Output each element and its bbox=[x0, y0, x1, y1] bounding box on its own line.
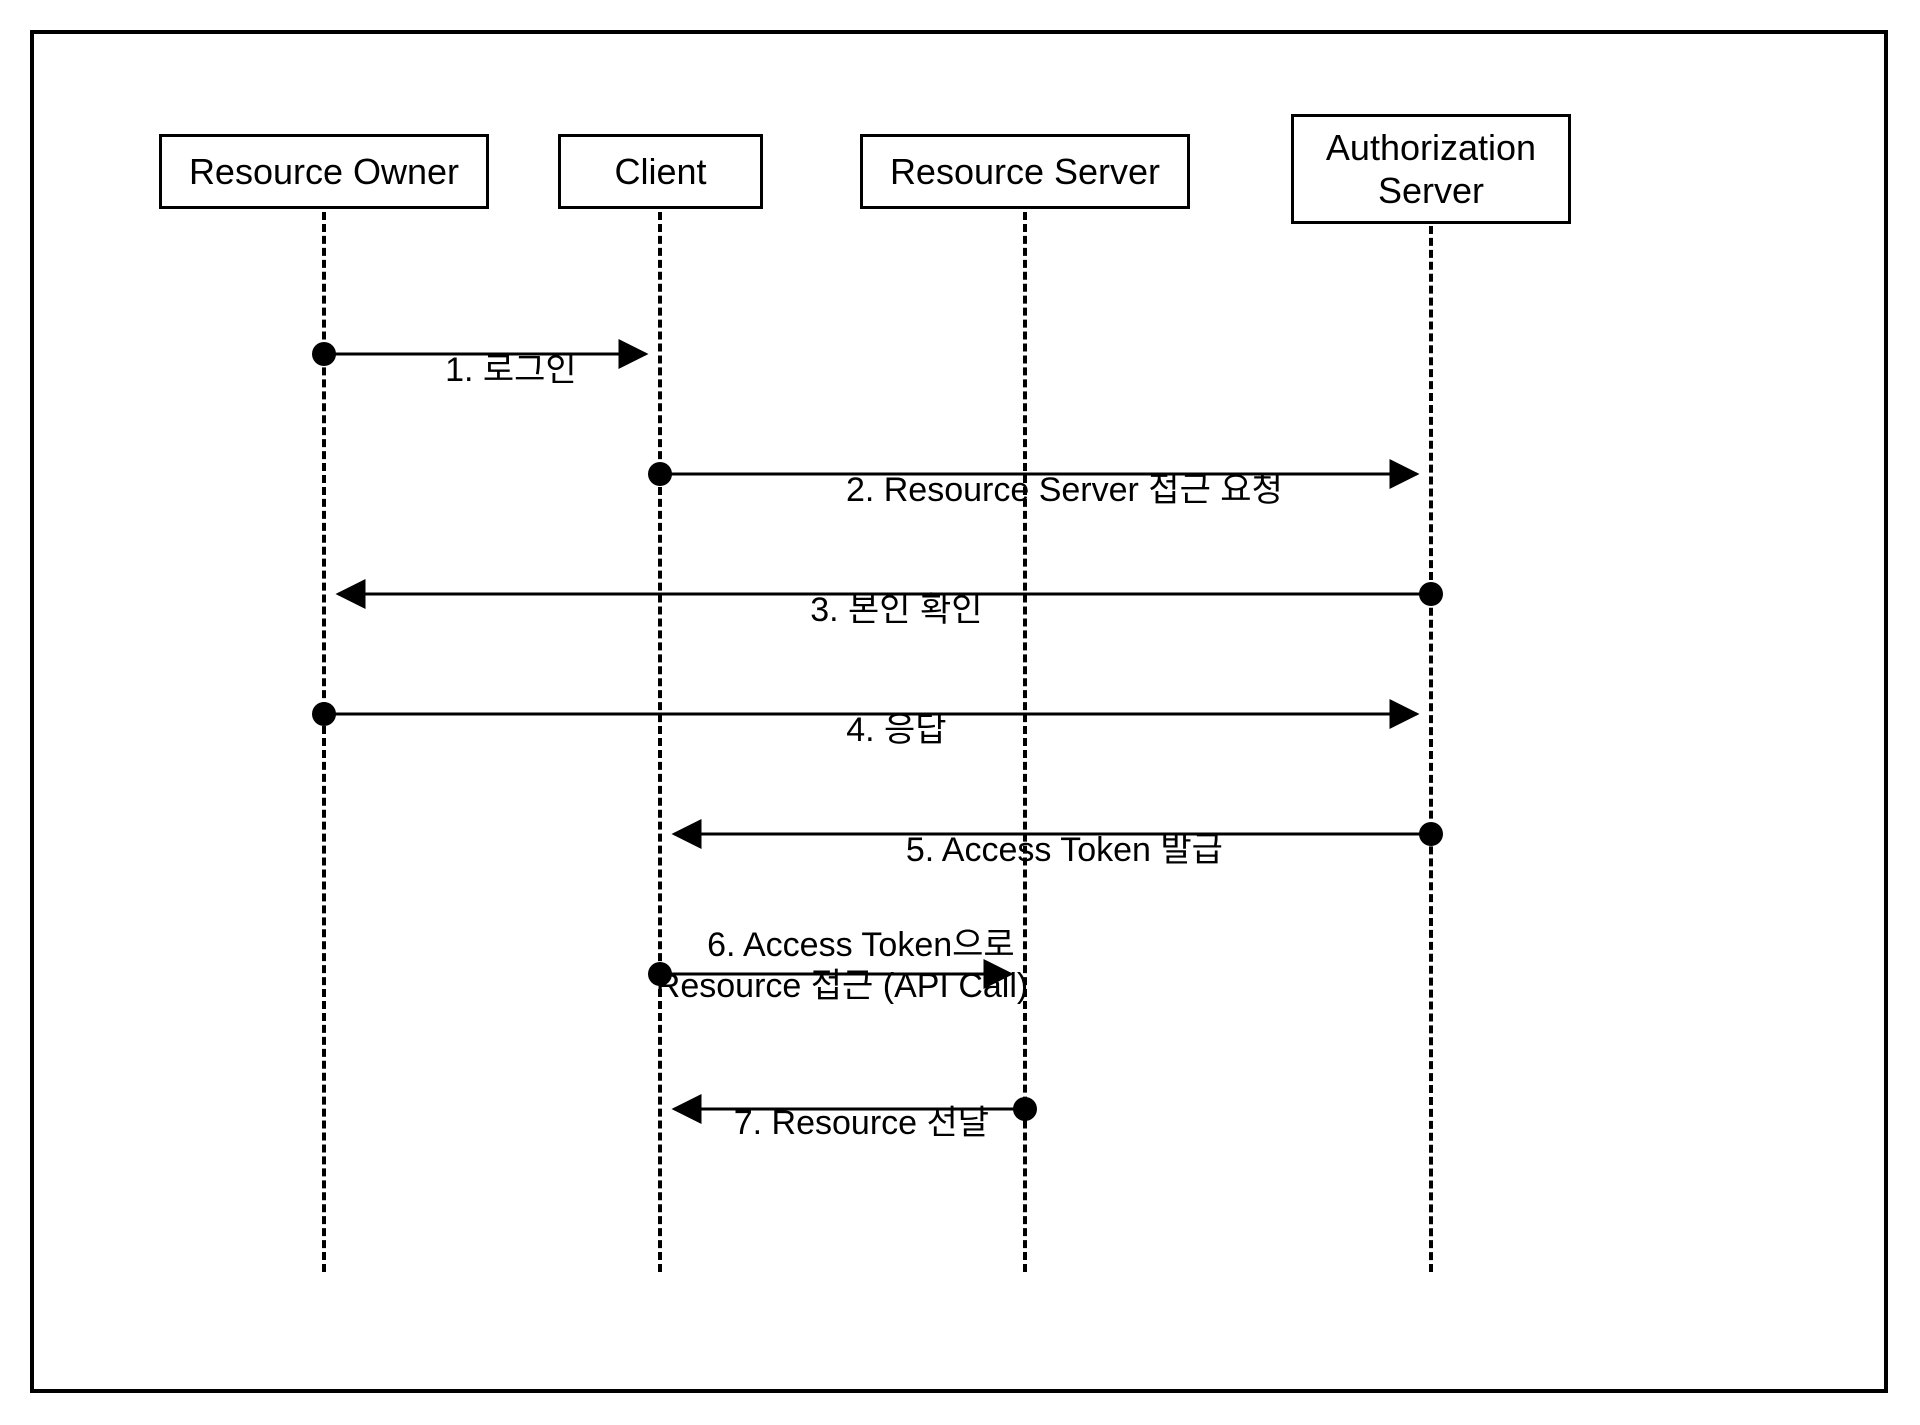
message-label: 5. Access Token 발급 bbox=[906, 831, 1223, 869]
diagram-frame: Resource Owner Client Resource Server Au… bbox=[30, 30, 1888, 1393]
participant-resource-server: Resource Server bbox=[860, 134, 1190, 209]
message-2: 2. Resource Server 접근 요청 bbox=[660, 429, 1431, 551]
message-1: 1. 로그인 bbox=[324, 309, 660, 431]
message-3: 3. 본인 확인 bbox=[324, 549, 1431, 671]
message-label: 2. Resource Server 접근 요청 bbox=[846, 471, 1283, 509]
message-label: 1. 로그인 bbox=[445, 351, 577, 389]
message-label: 7. Resource 전달 bbox=[734, 1104, 989, 1142]
message-label: 4. 응답 bbox=[846, 711, 946, 749]
message-6: 6. Access Token으로 Resource 접근 (API Call) bbox=[642, 884, 1042, 1047]
participant-client: Client bbox=[558, 134, 763, 209]
participant-label: Client bbox=[614, 150, 706, 193]
participant-authorization-server: Authorization Server bbox=[1291, 114, 1571, 224]
participant-label: Authorization Server bbox=[1326, 126, 1536, 212]
participant-resource-owner: Resource Owner bbox=[159, 134, 489, 209]
participant-label: Resource Owner bbox=[189, 150, 459, 193]
message-label: 6. Access Token으로 Resource 접근 (API Call) bbox=[656, 926, 1028, 1005]
message-4: 4. 응답 bbox=[324, 669, 1431, 791]
message-label: 3. 본인 확인 bbox=[810, 591, 982, 629]
message-7: 7. Resource 전달 bbox=[660, 1062, 1025, 1184]
participant-label: Resource Server bbox=[890, 150, 1160, 193]
